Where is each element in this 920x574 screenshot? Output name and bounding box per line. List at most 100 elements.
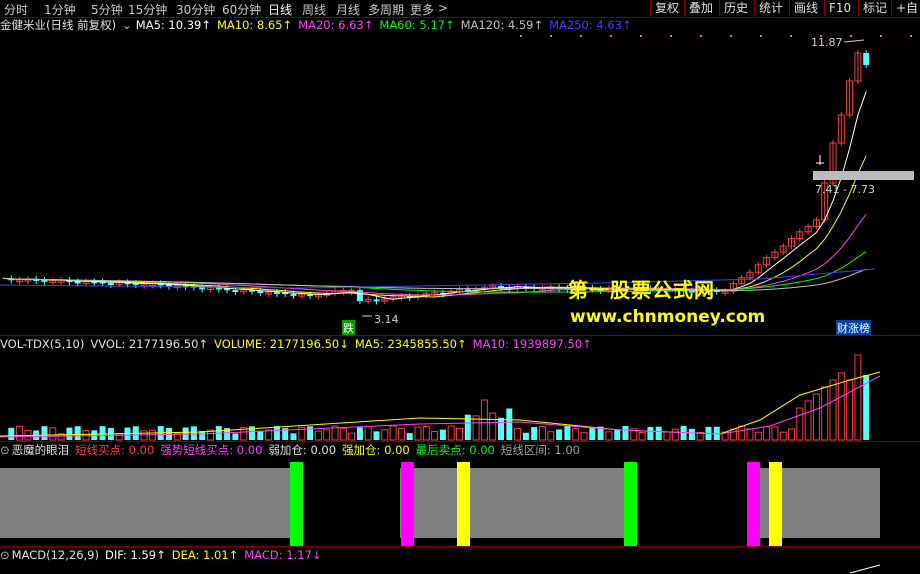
price-range-marker bbox=[813, 171, 914, 180]
period-tab-monthly[interactable]: 月线 bbox=[336, 1, 360, 18]
stock-title[interactable]: 金健米业(日线 前复权) bbox=[0, 18, 116, 32]
period-tab-daily[interactable]: 日线 bbox=[268, 1, 292, 18]
period-tab-weekly[interactable]: 周线 bbox=[302, 1, 326, 18]
reference-dot bbox=[700, 35, 702, 37]
signal-bar bbox=[747, 462, 760, 546]
high-pointer-line bbox=[843, 39, 865, 43]
volume-bar bbox=[489, 412, 497, 441]
macd-chart[interactable] bbox=[0, 563, 920, 574]
overlay-button[interactable]: 叠加 bbox=[684, 0, 717, 16]
volume-bar bbox=[373, 431, 380, 440]
volume-bar bbox=[498, 417, 504, 440]
volume-bar bbox=[439, 429, 446, 440]
strong-short-buy-label: 强势短线买点: 0.00 bbox=[160, 443, 263, 457]
settings-icon[interactable]: ⊙ bbox=[0, 548, 10, 562]
period-tab-15min[interactable]: 15分钟 bbox=[128, 1, 167, 18]
volume-bar bbox=[414, 426, 422, 441]
hot-list-badge[interactable]: 财涨榜 bbox=[836, 320, 871, 336]
candle-body bbox=[373, 299, 380, 302]
stats-button[interactable]: 统计 bbox=[754, 0, 787, 16]
volume-bar bbox=[456, 427, 463, 441]
period-tab-more[interactable]: 更多 bbox=[410, 1, 434, 18]
volume-bar bbox=[605, 431, 613, 441]
candle-body bbox=[273, 292, 280, 295]
volume-bar bbox=[655, 426, 662, 440]
vvol-label: VVOL: 2177196.50↑ bbox=[90, 337, 209, 351]
main-chart-info: 金健米业(日线 前复权) ⌄ MA5: 10.39↑ MA10: 8.65↑ MA20:… bbox=[0, 17, 638, 33]
volume-bar bbox=[273, 426, 280, 440]
volume-bar bbox=[16, 425, 24, 441]
more-arrow-icon[interactable]: > bbox=[438, 1, 448, 15]
reference-dot bbox=[610, 35, 612, 37]
volume-bar bbox=[99, 426, 106, 440]
reference-dot bbox=[520, 35, 522, 37]
f10-button[interactable]: F10 bbox=[824, 0, 855, 16]
period-tab-1min[interactable]: 1分钟 bbox=[44, 1, 76, 18]
volume-bar bbox=[846, 379, 854, 441]
indicator-chart[interactable] bbox=[0, 458, 920, 546]
watermark-title: 第一股票公式网 bbox=[568, 278, 715, 302]
volume-bar bbox=[406, 433, 413, 440]
indicator-name[interactable]: 恶魔的眼泪 bbox=[12, 443, 70, 457]
volume-bar bbox=[422, 425, 430, 441]
price-range-label: 7.41 - 7.73 bbox=[815, 183, 875, 196]
candle-body bbox=[257, 291, 264, 294]
volume-bar bbox=[74, 426, 81, 440]
signal-bar bbox=[769, 462, 782, 546]
short-range-label: 短线区间: 1.00 bbox=[500, 443, 580, 457]
weak-add-label: 弱加仓: 0.00 bbox=[268, 443, 337, 457]
volume-bar bbox=[663, 431, 671, 441]
volume-bar bbox=[447, 425, 455, 441]
period-tab-60min[interactable]: 60分钟 bbox=[222, 1, 261, 18]
candle-body bbox=[74, 281, 81, 284]
volume-bar bbox=[547, 431, 555, 441]
down-badge: 跌 bbox=[342, 320, 355, 336]
reference-dot bbox=[790, 35, 792, 37]
period-tab-multi[interactable]: 多周期 bbox=[368, 1, 404, 18]
volume-bar bbox=[522, 432, 529, 440]
draw-button[interactable]: 画线 bbox=[789, 0, 822, 16]
volume-chart[interactable] bbox=[0, 350, 920, 441]
volume-bar bbox=[356, 427, 363, 440]
ma10-label: MA10: 8.65↑ bbox=[216, 18, 293, 32]
reference-dot bbox=[760, 35, 762, 37]
volume-bar bbox=[556, 429, 563, 440]
adjust-button[interactable]: 复权 bbox=[650, 0, 683, 16]
volume-bar bbox=[854, 354, 862, 441]
volume-bar bbox=[763, 426, 771, 441]
volume-bar bbox=[796, 407, 804, 441]
vol-ma10-label: MA10: 1939897.50↑ bbox=[472, 337, 592, 351]
high-price-label: 11.87 bbox=[811, 36, 843, 49]
price-chart[interactable] bbox=[0, 33, 920, 335]
custom-button[interactable]: +自 bbox=[891, 0, 920, 16]
volume-bar bbox=[140, 430, 148, 441]
volume-ma-line bbox=[0, 375, 881, 438]
vol-indicator-name[interactable]: VOL-TDX(5,10) bbox=[0, 337, 84, 351]
volume-ma-line bbox=[0, 371, 881, 437]
macd-indicator-name[interactable]: MACD(12,26,9) bbox=[12, 548, 99, 562]
signal-bar bbox=[401, 462, 414, 546]
volume-bar bbox=[381, 429, 389, 441]
chevron-down-icon[interactable]: ⌄ bbox=[122, 18, 132, 32]
moving-average-line bbox=[2, 91, 867, 300]
history-button[interactable]: 历史 bbox=[719, 0, 752, 16]
volume-bar bbox=[514, 428, 522, 441]
volume-bar bbox=[638, 432, 646, 441]
ma250-label: MA250: 4.63↑ bbox=[549, 18, 632, 32]
volume-bar bbox=[539, 426, 546, 441]
volume-bar bbox=[821, 386, 829, 441]
volume-bar bbox=[564, 426, 571, 440]
period-tab-5min[interactable]: 5分钟 bbox=[91, 1, 123, 18]
dif-label: DIF: 1.59↑ bbox=[104, 548, 166, 562]
moving-average-line bbox=[2, 155, 867, 298]
volume-bar bbox=[397, 427, 405, 441]
period-tab-30min[interactable]: 30分钟 bbox=[176, 1, 215, 18]
mark-button[interactable]: 标记 bbox=[858, 0, 891, 16]
volume-bar bbox=[49, 427, 57, 441]
volume-bar bbox=[746, 428, 754, 441]
settings-icon[interactable]: ⊙ bbox=[0, 443, 10, 457]
volume-bar bbox=[348, 432, 356, 441]
volume-bar bbox=[66, 427, 73, 440]
period-tab-intraday[interactable]: 分时 bbox=[4, 1, 28, 18]
reference-dot bbox=[670, 35, 672, 37]
